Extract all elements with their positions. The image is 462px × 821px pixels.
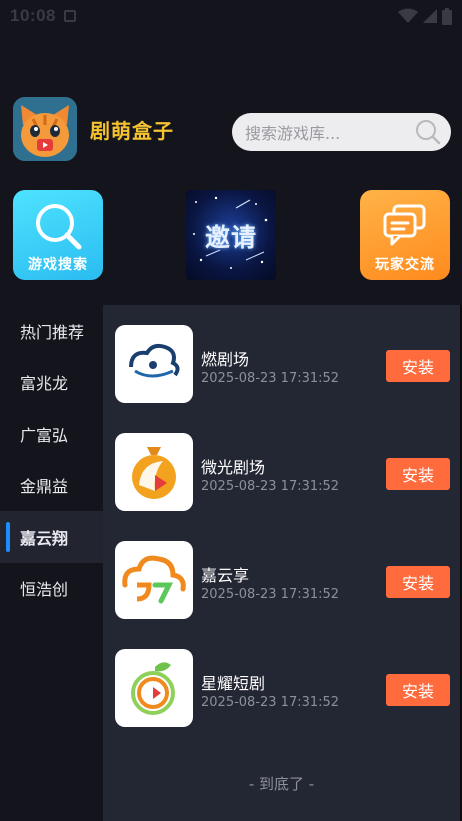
weiguang-juchang-logo-icon	[115, 433, 193, 511]
app-date: 2025-08-23 17:31:52	[201, 479, 340, 494]
end-of-list-note: - 到底了 -	[248, 775, 315, 793]
list-item[interactable]: 嘉云享 2025-08-23 17:31:52 安装	[115, 541, 455, 619]
app-name: 燃剧场	[201, 350, 250, 369]
search-input[interactable]: 搜索游戏库...	[232, 113, 451, 151]
app-logo-cat-icon	[13, 97, 77, 161]
sidebar-item-label: 金鼎益	[20, 477, 69, 497]
sidebar-item-label: 富兆龙	[20, 374, 69, 394]
sidebar-item-label: 热门推荐	[20, 322, 85, 342]
install-button[interactable]: 安装	[386, 674, 450, 706]
sidebar-item-label: 嘉云翔	[20, 528, 69, 548]
player-chat-tile[interactable]: 玩家交流	[360, 190, 450, 280]
app-name: 星耀短剧	[201, 674, 266, 693]
app-header: 剧萌盒子 搜索游戏库...	[13, 97, 453, 161]
xingyao-duanju-logo-icon	[115, 649, 193, 727]
sidebar-item-fuzhaolong[interactable]: 富兆龙	[0, 357, 103, 409]
wifi-icon	[398, 8, 418, 23]
list-item[interactable]: 星耀短剧 2025-08-23 17:31:52 安装	[115, 649, 455, 727]
sidebar-item-hot[interactable]: 热门推荐	[0, 305, 103, 357]
sidebar-item-label: 恒浩创	[20, 580, 69, 600]
magnifier-icon	[36, 204, 82, 250]
sidebar-item-guangfuhong[interactable]: 广富弘	[0, 408, 103, 460]
install-button[interactable]: 安装	[386, 458, 450, 490]
game-search-label: 游戏搜索	[28, 257, 88, 273]
app-date: 2025-08-23 17:31:52	[201, 695, 340, 710]
app-date: 2025-08-23 17:31:52	[201, 587, 340, 602]
battery-icon	[442, 7, 452, 25]
list-item[interactable]: 燃剧场 2025-08-23 17:31:52 安装	[115, 325, 455, 403]
sidebar-item-jiayunxiang[interactable]: 嘉云翔	[0, 511, 103, 563]
invite-label: 邀请	[204, 223, 257, 252]
search-placeholder: 搜索游戏库...	[245, 124, 341, 143]
sidebar-item-jindingyi[interactable]: 金鼎益	[0, 460, 103, 512]
status-bar: 10:08	[0, 0, 462, 32]
search-icon[interactable]	[415, 119, 441, 145]
list-item[interactable]: 微光剧场 2025-08-23 17:31:52 安装	[115, 433, 455, 511]
install-button[interactable]: 安装	[386, 566, 450, 598]
chat-bubbles-icon	[383, 204, 426, 246]
invite-tile[interactable]: 邀请	[186, 190, 276, 280]
jiayunxiang-logo-icon	[115, 541, 193, 619]
category-sidebar: 热门推荐 富兆龙 广富弘 金鼎益 嘉云翔 恒浩创	[0, 305, 103, 821]
signal-icon	[423, 9, 437, 23]
sidebar-item-label: 广富弘	[20, 425, 69, 445]
app-date: 2025-08-23 17:31:52	[201, 371, 340, 386]
status-time: 10:08	[10, 6, 56, 25]
install-button[interactable]: 安装	[386, 350, 450, 382]
app-name: 嘉云享	[201, 566, 250, 585]
game-search-tile[interactable]: 游戏搜索	[13, 190, 103, 280]
player-chat-label: 玩家交流	[375, 257, 435, 273]
app-title: 剧萌盒子	[90, 118, 174, 143]
ran-juchang-logo-icon	[115, 325, 193, 403]
notification-icon	[63, 10, 76, 22]
app-list-panel: 燃剧场 2025-08-23 17:31:52 安装 微光剧场 2025-08-…	[103, 305, 460, 821]
status-icons	[398, 7, 452, 25]
app-name: 微光剧场	[201, 458, 266, 477]
sidebar-item-henghaochuang[interactable]: 恒浩创	[0, 563, 103, 615]
